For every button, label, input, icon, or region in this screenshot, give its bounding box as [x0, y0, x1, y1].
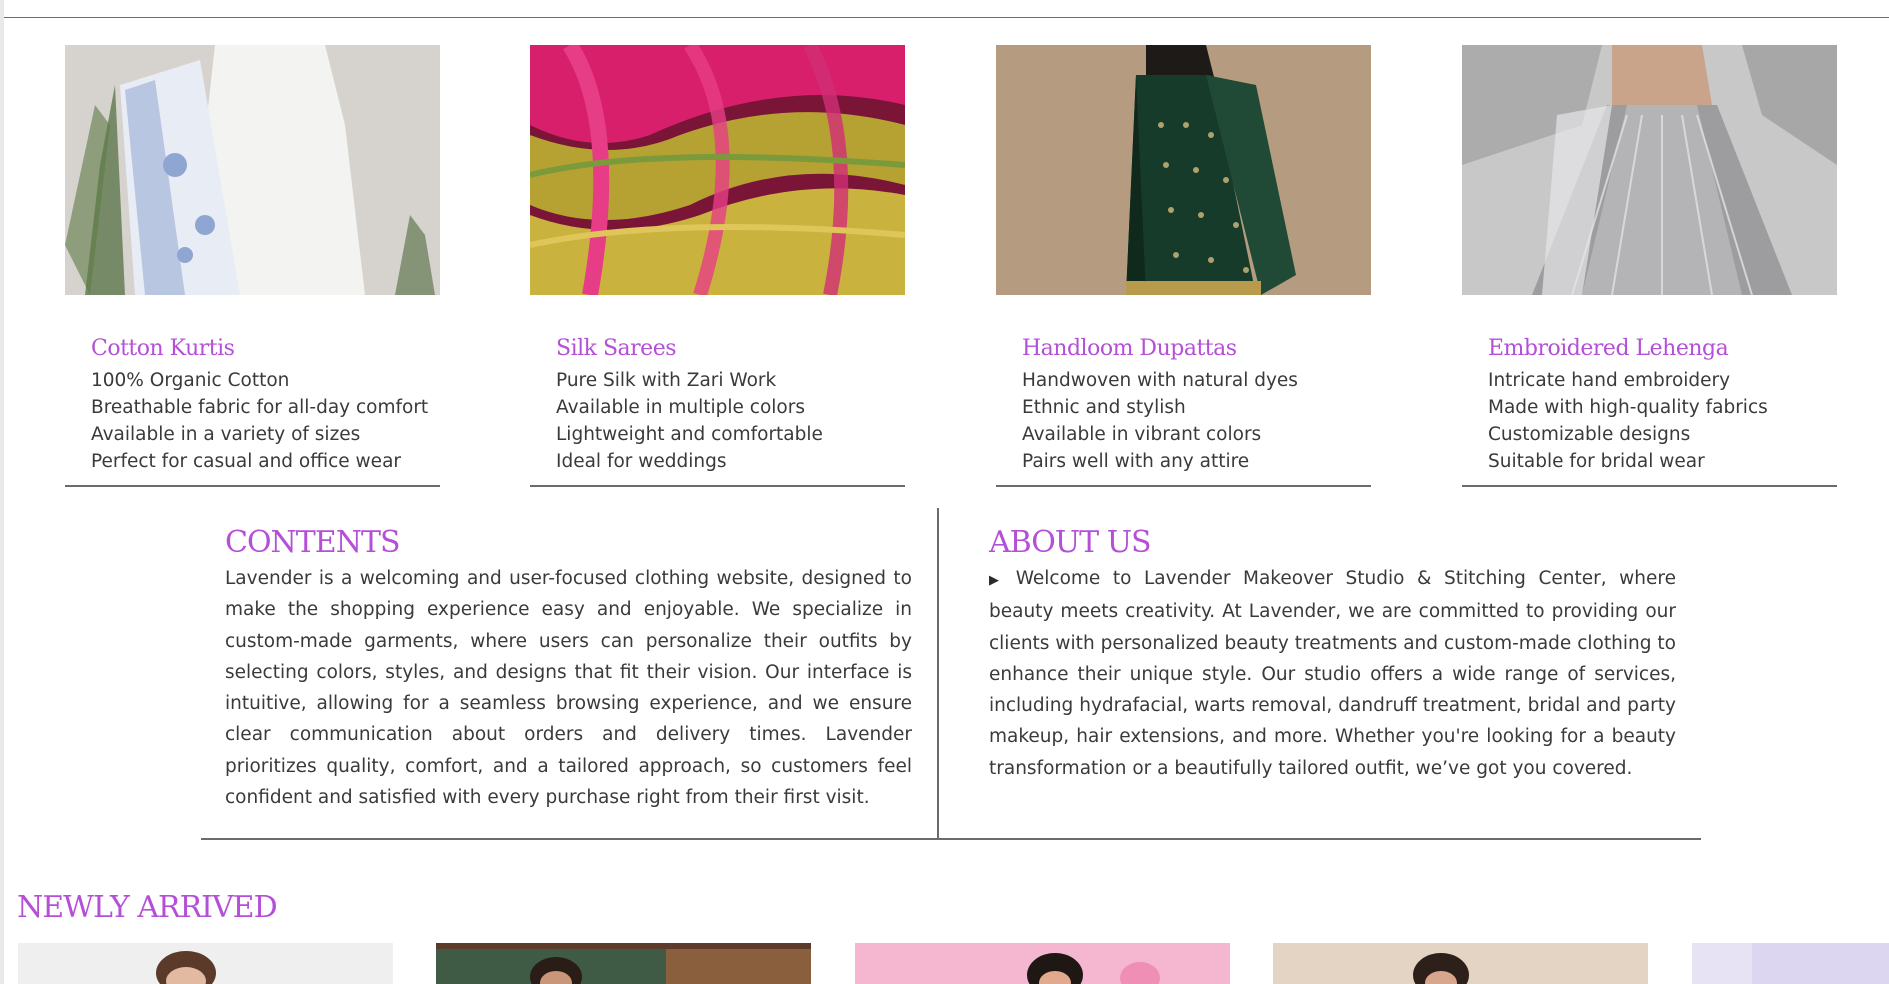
product-feature-list: Handwoven with natural dyes Ethnic and s… — [1022, 367, 1371, 475]
product-divider — [65, 485, 440, 487]
product-feature: Customizable designs — [1488, 424, 1691, 445]
product-feature: Ethnic and stylish — [1022, 397, 1186, 418]
product-feature: Available in a variety of sizes — [91, 424, 361, 445]
product-divider — [1462, 485, 1837, 487]
contents-section: CONTENTS Lavender is a welcoming and use… — [225, 523, 912, 813]
product-feature: Suitable for bridal wear — [1488, 451, 1705, 472]
product-feature: Available in multiple colors — [556, 397, 805, 418]
about-section: ABOUT US ▶ Welcome to Lavender Makeover S… — [989, 523, 1676, 784]
product-feature: Available in vibrant colors — [1022, 424, 1262, 445]
product-feature: Made with high-quality fabrics — [1488, 397, 1768, 418]
product-image-handloom-dupattas[interactable] — [996, 45, 1371, 295]
product-card-handloom-dupattas[interactable]: Handloom Dupattas Handwoven with natural… — [996, 45, 1371, 487]
product-feature: Lightweight and comfortable — [556, 424, 823, 445]
product-feature: 100% Organic Cotton — [91, 370, 290, 391]
product-image-silk-sarees[interactable] — [530, 45, 905, 295]
about-text: Welcome to Lavender Makeover Studio & St… — [989, 568, 1677, 779]
new-arrival-card[interactable] — [436, 943, 811, 984]
product-feature: Breathable fabric for all-day comfort — [91, 397, 429, 418]
about-paragraph: ▶ Welcome to Lavender Makeover Studio & S… — [989, 563, 1676, 784]
product-feature: Perfect for casual and office wear — [91, 451, 402, 472]
product-divider — [530, 485, 905, 487]
top-divider — [4, 17, 1889, 18]
triangle-bullet-icon: ▶ — [989, 573, 1006, 588]
product-feature: Pairs well with any attire — [1022, 451, 1250, 472]
new-arrival-card[interactable] — [18, 943, 393, 984]
product-title[interactable]: Silk Sarees — [556, 333, 905, 365]
product-feature: Pure Silk with Zari Work — [556, 370, 777, 391]
contents-paragraph: Lavender is a welcoming and user-focused… — [225, 568, 912, 809]
product-feature-list: Intricate hand embroidery Made with high… — [1488, 367, 1837, 475]
product-divider — [996, 485, 1371, 487]
product-feature-list: Pure Silk with Zari Work Available in mu… — [556, 367, 905, 475]
product-image-cotton-kurtis[interactable] — [65, 45, 440, 295]
product-feature-list: 100% Organic Cotton Breathable fabric fo… — [91, 367, 440, 475]
section-vertical-divider — [937, 508, 939, 840]
section-horizontal-divider — [201, 838, 1701, 840]
product-card-embroidered-lehenga[interactable]: Embroidered Lehenga Intricate hand embro… — [1462, 45, 1837, 487]
newly-arrived-heading: NEWLY ARRIVED — [17, 890, 278, 925]
product-feature: Intricate hand embroidery — [1488, 370, 1731, 391]
new-arrival-card[interactable] — [855, 943, 1230, 984]
window-edge — [0, 0, 4, 984]
product-title[interactable]: Handloom Dupattas — [1022, 333, 1371, 365]
product-card-silk-sarees[interactable]: Silk Sarees Pure Silk with Zari Work Ava… — [530, 45, 905, 487]
about-heading: ABOUT US — [989, 525, 1152, 560]
product-image-embroidered-lehenga[interactable] — [1462, 45, 1837, 295]
product-feature: Handwoven with natural dyes — [1022, 370, 1298, 391]
product-title[interactable]: Cotton Kurtis — [91, 333, 440, 365]
product-card-cotton-kurtis[interactable]: Cotton Kurtis 100% Organic Cotton Breath… — [65, 45, 440, 487]
new-arrival-card[interactable] — [1273, 943, 1648, 984]
contents-heading: CONTENTS — [225, 525, 401, 560]
product-feature: Ideal for weddings — [556, 451, 727, 472]
product-title[interactable]: Embroidered Lehenga — [1488, 333, 1837, 365]
new-arrival-card[interactable] — [1692, 943, 1889, 984]
